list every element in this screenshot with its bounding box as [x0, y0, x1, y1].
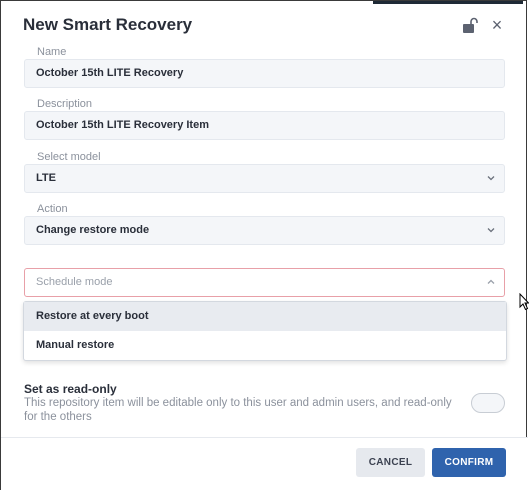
option-manual-restore[interactable]: Manual restore — [24, 331, 506, 360]
schedule-mode-placeholder: Schedule mode — [36, 276, 113, 288]
dialog-body: Name October 15th LITE Recovery Descript… — [1, 45, 528, 437]
chevron-down-icon — [487, 228, 495, 233]
read-only-title: Set as read-only — [24, 382, 117, 396]
description-field[interactable]: Description October 15th LITE Recovery I… — [24, 98, 505, 140]
chevron-up-icon — [487, 279, 495, 284]
mouse-cursor-icon — [519, 293, 529, 311]
action-label: Action — [37, 203, 68, 215]
smart-recovery-dialog: New Smart Recovery × Name October 15th L… — [0, 0, 528, 492]
schedule-mode-select[interactable]: Schedule mode — [24, 268, 505, 297]
dialog-title: New Smart Recovery — [23, 15, 193, 34]
name-field[interactable]: Name October 15th LITE Recovery — [24, 46, 505, 88]
name-label: Name — [37, 46, 67, 58]
read-only-description: This repository item will be editable on… — [24, 397, 452, 423]
dialog-header: New Smart Recovery × — [23, 15, 506, 39]
model-select[interactable]: Select model LTE — [24, 151, 505, 193]
option-label: Manual restore — [36, 339, 115, 351]
option-restore-at-every-boot[interactable]: Restore at every boot — [24, 302, 506, 331]
action-value: Change restore mode — [36, 224, 150, 236]
model-value: LTE — [36, 172, 56, 184]
read-only-toggle[interactable] — [471, 393, 505, 413]
description-value: October 15th LITE Recovery Item — [36, 119, 209, 131]
background-window-strip — [373, 1, 523, 4]
description-label: Description — [37, 98, 93, 110]
schedule-mode-dropdown: Restore at every boot Manual restore — [23, 301, 507, 361]
unlock-icon[interactable] — [462, 17, 478, 35]
action-select[interactable]: Action Change restore mode — [24, 203, 505, 245]
dialog-footer: CANCEL CONFIRM — [1, 437, 528, 492]
model-label: Select model — [37, 151, 101, 163]
confirm-button[interactable]: CONFIRM — [432, 448, 506, 477]
close-icon[interactable]: × — [488, 15, 506, 35]
option-label: Restore at every boot — [36, 310, 149, 322]
chevron-down-icon — [487, 176, 495, 181]
cancel-button[interactable]: CANCEL — [356, 448, 425, 477]
name-value: October 15th LITE Recovery — [36, 67, 184, 79]
